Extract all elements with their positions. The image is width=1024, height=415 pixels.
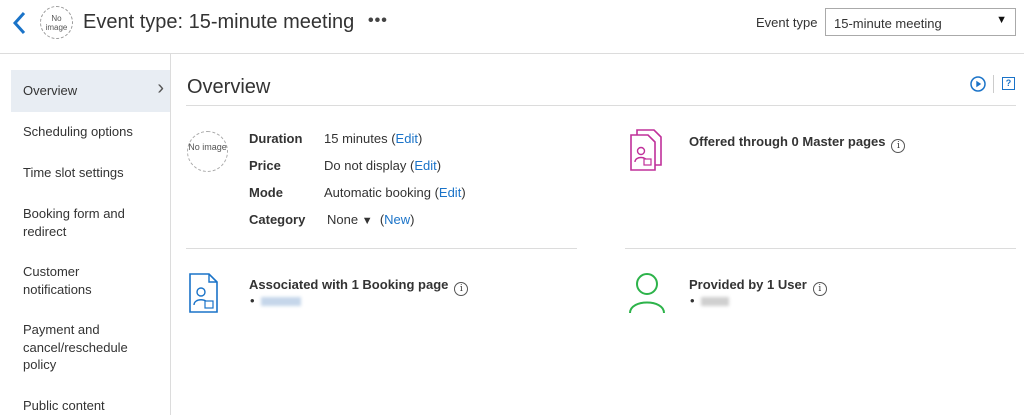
sidebar-item-scheduling-options[interactable]: Scheduling options (11, 123, 170, 141)
users-text: Provided by 1 User (689, 277, 807, 292)
category-value: None ▼ (New) (327, 212, 415, 227)
price-text: Do not display (324, 158, 407, 173)
edit-price-link[interactable]: Edit (414, 158, 436, 173)
bullet: • (690, 293, 695, 308)
toolbar-divider (993, 75, 994, 93)
master-pages-title: Offered through 0 Master pages i (689, 134, 906, 153)
page-header: No image Event type: 15-minute meeting •… (0, 0, 1024, 54)
edit-mode-link[interactable]: Edit (439, 185, 461, 200)
dropdown-arrow-icon: ▼ (361, 215, 373, 227)
page-title: Event type: 15-minute meeting (83, 11, 355, 33)
price-label: Price (249, 158, 281, 173)
category-text: None (327, 212, 359, 227)
chevron-left-icon[interactable] (10, 10, 30, 36)
user-icon (629, 273, 665, 314)
event-type-label: Event type (756, 15, 818, 30)
sidebar-item-overview[interactable]: Overview › (11, 70, 170, 112)
event-image-placeholder[interactable]: No image (187, 131, 228, 172)
sidebar-item-payment-policy[interactable]: Payment and cancel/reschedule policy (11, 321, 136, 374)
edit-duration-link[interactable]: Edit (396, 131, 418, 146)
category-select[interactable]: None ▼ (327, 212, 373, 227)
price-value: Do not display (Edit) (324, 158, 442, 173)
section-divider-right (625, 248, 1016, 249)
user-list-item: • (690, 293, 729, 308)
mode-label: Mode (249, 185, 283, 200)
sidebar: Overview › Scheduling options Time slot … (0, 54, 171, 415)
chevron-right-icon: › (157, 77, 164, 99)
help-button[interactable]: ? (1002, 77, 1015, 90)
info-icon[interactable]: i (891, 139, 906, 153)
new-category-link[interactable]: New (384, 212, 410, 227)
sidebar-item-public-content[interactable]: Public content (11, 397, 170, 415)
section-title: Overview (187, 76, 271, 98)
bullet: • (250, 293, 255, 308)
sidebar-item-time-slot-settings[interactable]: Time slot settings (11, 164, 170, 182)
event-type-select[interactable]: 15-minute meeting ▼ (825, 8, 1016, 36)
mode-value: Automatic booking (Edit) (324, 185, 466, 200)
mode-text: Automatic booking (324, 185, 431, 200)
more-options-button[interactable]: ••• (368, 12, 388, 30)
title-divider (186, 105, 1016, 106)
info-icon[interactable]: i (812, 282, 827, 296)
section-divider-left (186, 248, 577, 249)
event-type-image-placeholder: No image (40, 6, 73, 39)
sidebar-item-booking-form[interactable]: Booking form and redirect (11, 205, 141, 240)
redacted-user-name[interactable] (700, 297, 729, 307)
play-circle-icon[interactable] (970, 76, 986, 92)
sidebar-item-label: Overview (23, 83, 78, 98)
select-arrow-icon: ▼ (996, 14, 1007, 26)
duration-text: 15 minutes (324, 131, 388, 146)
booking-page-list-item: • (250, 293, 301, 308)
master-page-icon (630, 129, 662, 171)
booking-pages-text: Associated with 1 Booking page (249, 277, 449, 292)
sidebar-item-customer-notifications[interactable]: Customer notifications (11, 263, 121, 298)
duration-value: 15 minutes (Edit) (324, 131, 423, 146)
redacted-booking-page-link[interactable] (260, 297, 301, 307)
category-label: Category (249, 212, 306, 227)
info-icon[interactable]: i (454, 282, 469, 296)
duration-label: Duration (249, 131, 303, 146)
event-type-selected-value: 15-minute meeting (834, 16, 942, 31)
master-pages-text: Offered through 0 Master pages (689, 134, 886, 149)
booking-page-icon (189, 273, 218, 313)
